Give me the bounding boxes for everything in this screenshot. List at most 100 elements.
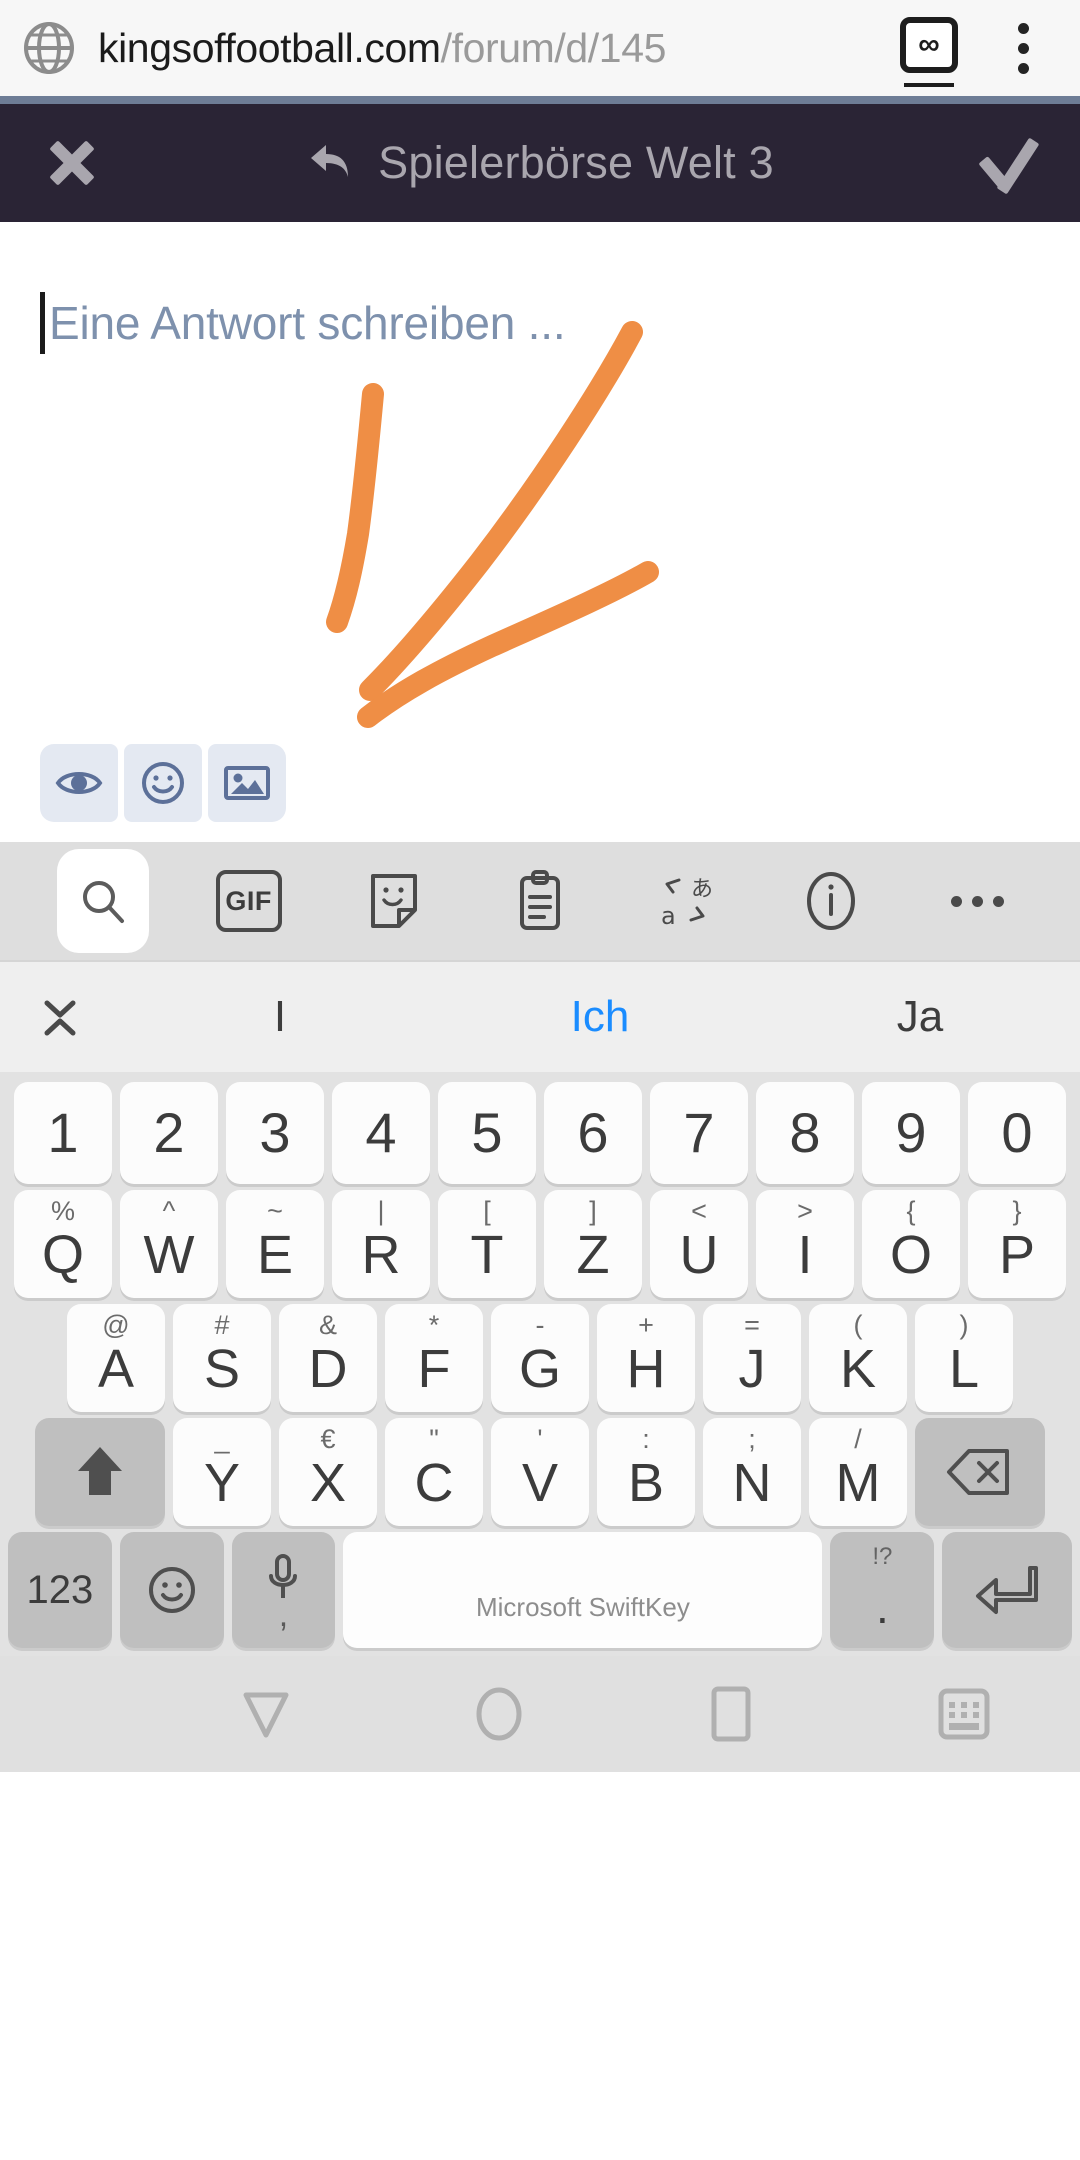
key-label: K: [839, 1339, 877, 1399]
key-label: C: [414, 1453, 454, 1513]
key-label: Q: [41, 1225, 84, 1285]
key-d[interactable]: & D: [279, 1304, 377, 1412]
key-label: 4: [365, 1101, 397, 1164]
keyboard-search-button[interactable]: [30, 849, 176, 953]
composer-title: Spielerbörse Welt 3: [378, 137, 774, 188]
url-text[interactable]: kingsoffootball.com/forum/d/145: [98, 25, 886, 72]
key-7[interactable]: 7: [650, 1082, 748, 1184]
key-3[interactable]: 3: [226, 1082, 324, 1184]
checkmark-icon[interactable]: [974, 130, 1040, 196]
backspace-icon: [947, 1449, 1009, 1495]
key-s[interactable]: # S: [173, 1304, 271, 1412]
microphone-key[interactable]: ,: [231, 1532, 336, 1648]
enter-key[interactable]: [942, 1532, 1072, 1648]
key-label: I: [797, 1225, 813, 1285]
prediction-candidate-2[interactable]: Ich: [440, 992, 760, 1042]
key-a[interactable]: @ A: [67, 1304, 165, 1412]
key-label: 9: [895, 1101, 927, 1164]
key-2[interactable]: 2: [120, 1082, 218, 1184]
key-b[interactable]: :B: [597, 1418, 695, 1526]
preview-button[interactable]: [40, 744, 118, 822]
key-label: O: [889, 1225, 932, 1285]
tab-counter-button[interactable]: ∞: [896, 15, 962, 87]
header-accent-line: [0, 96, 1080, 104]
home-circle-icon: [476, 1687, 522, 1741]
keyboard-clipboard-button[interactable]: [467, 869, 613, 933]
key-x[interactable]: € X: [279, 1418, 377, 1526]
prediction-candidate-1[interactable]: I: [120, 992, 440, 1042]
emoji-key[interactable]: [119, 1532, 224, 1648]
collapse-chevrons-icon[interactable]: [0, 987, 120, 1047]
shift-key[interactable]: [35, 1418, 165, 1526]
key-secondary: =: [744, 1310, 760, 1340]
key-label: J: [738, 1339, 766, 1399]
swiftkey-keyboard: GIF あ a I Ich Ja 1 2 3 4 5 6 7 8 9 0 % Q…: [0, 842, 1080, 1656]
backspace-key[interactable]: [915, 1418, 1045, 1526]
key-label: R: [361, 1225, 401, 1285]
key-j[interactable]: = J: [703, 1304, 801, 1412]
key-secondary: (: [853, 1310, 863, 1340]
key-v[interactable]: ' V: [491, 1418, 589, 1526]
key-4[interactable]: 4: [332, 1082, 430, 1184]
punctuation-key[interactable]: !? .: [830, 1532, 935, 1648]
keyboard-more-button[interactable]: [904, 895, 1050, 907]
keyboard-info-button[interactable]: [759, 868, 905, 934]
key-k[interactable]: (K: [809, 1304, 907, 1412]
smiley-icon: [142, 762, 184, 804]
key-o[interactable]: {O: [862, 1190, 960, 1298]
emoji-button[interactable]: [124, 744, 202, 822]
key-u[interactable]: < U: [650, 1190, 748, 1298]
key-label: B: [627, 1453, 665, 1513]
key-l[interactable]: ) L: [915, 1304, 1013, 1412]
keyboard-gif-button[interactable]: GIF: [176, 870, 322, 932]
key-e[interactable]: ~ E: [226, 1190, 324, 1298]
keyboard-sticker-button[interactable]: [321, 870, 467, 932]
key-h[interactable]: + H: [597, 1304, 695, 1412]
key-secondary: <: [691, 1196, 707, 1226]
key-1[interactable]: 1: [14, 1082, 112, 1184]
keyboard-row-2: @ A # S & D * F -G + H = J (K ) L: [0, 1298, 1080, 1412]
key-label: N: [732, 1453, 772, 1513]
key-w[interactable]: ^ W: [120, 1190, 218, 1298]
key-c[interactable]: " C: [385, 1418, 483, 1526]
image-icon: [224, 766, 270, 800]
key-f[interactable]: * F: [385, 1304, 483, 1412]
keyboard-translate-button[interactable]: あ a: [613, 870, 759, 932]
key-secondary: -: [535, 1310, 545, 1340]
browser-menu-button[interactable]: [988, 13, 1058, 83]
keyboard-row-3: _ Y € X " C ' V :B ; N / M: [0, 1412, 1080, 1526]
prediction-candidate-3[interactable]: Ja: [760, 992, 1080, 1042]
key-0[interactable]: 0: [968, 1082, 1066, 1184]
key-label: U: [679, 1225, 719, 1285]
image-button[interactable]: [208, 744, 286, 822]
nav-home-button[interactable]: [383, 1682, 616, 1746]
key-i[interactable]: > I: [756, 1190, 854, 1298]
reply-input[interactable]: Eine Antwort schreiben ...: [0, 222, 1080, 354]
key-m[interactable]: / M: [809, 1418, 907, 1526]
key-label: X: [309, 1453, 347, 1513]
key-y[interactable]: _ Y: [173, 1418, 271, 1526]
key-g[interactable]: -G: [491, 1304, 589, 1412]
key-label: 5: [471, 1101, 503, 1164]
key-t[interactable]: [T: [438, 1190, 536, 1298]
key-5[interactable]: 5: [438, 1082, 536, 1184]
key-label: 6: [577, 1101, 609, 1164]
key-r[interactable]: | R: [332, 1190, 430, 1298]
key-n[interactable]: ; N: [703, 1418, 801, 1526]
key-secondary: :: [642, 1424, 650, 1454]
android-navigation-bar: [0, 1656, 1080, 1772]
key-q[interactable]: % Q: [14, 1190, 112, 1298]
space-key[interactable]: Microsoft SwiftKey: [343, 1532, 823, 1648]
browser-url-bar: kingsoffootball.com/forum/d/145 ∞: [0, 0, 1080, 96]
nav-back-button[interactable]: [150, 1683, 383, 1745]
key-p[interactable]: } P: [968, 1190, 1066, 1298]
key-z[interactable]: ] Z: [544, 1190, 642, 1298]
nav-hide-keyboard-button[interactable]: [848, 1685, 1080, 1743]
key-6[interactable]: 6: [544, 1082, 642, 1184]
nav-recents-button[interactable]: [615, 1683, 848, 1745]
key-8[interactable]: 8: [756, 1082, 854, 1184]
key-9[interactable]: 9: [862, 1082, 960, 1184]
url-domain: kingsoffootball.com: [98, 24, 441, 71]
screen-root: kingsoffootball.com/forum/d/145 ∞ Spiele…: [0, 0, 1080, 2160]
numeric-mode-key[interactable]: 123: [8, 1532, 112, 1648]
